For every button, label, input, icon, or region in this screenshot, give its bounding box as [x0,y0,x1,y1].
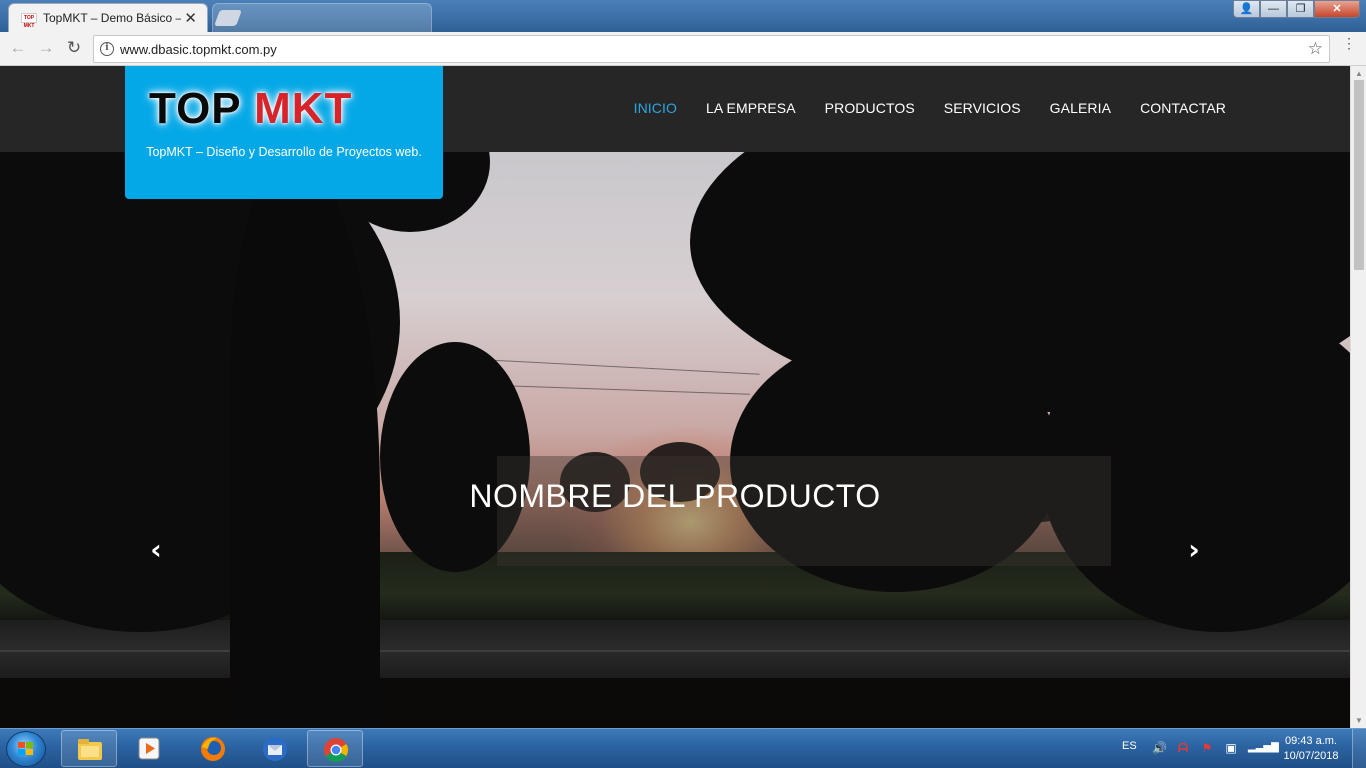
network-alert-icon[interactable]: ▣ [1224,741,1238,755]
page-scrollbar[interactable]: ▲ ▼ [1350,66,1366,728]
site-info-icon[interactable]: i [100,42,114,56]
windows-logo-icon [18,742,35,757]
show-desktop-button[interactable] [1352,729,1366,768]
taskbar-firefox[interactable] [185,730,241,767]
maximize-button[interactable]: ❐ [1287,0,1314,18]
chrome-icon [323,738,349,763]
window-controls: 👤 — ❐ ✕ [1233,0,1360,20]
chevron-right-icon[interactable]: › [1182,536,1206,564]
hero-road [0,620,1350,678]
nav-servicios[interactable]: SERVICIOS [944,100,1021,116]
start-button[interactable] [6,731,46,767]
thunderbird-icon [263,737,287,761]
main-nav: INICIO LA EMPRESA PRODUCTOS SERVICIOS GA… [605,100,1226,116]
address-url[interactable]: www.dbasic.topmkt.com.py [120,42,277,57]
media-player-icon [138,737,160,760]
scroll-up-icon[interactable]: ▲ [1355,69,1363,78]
taskbar-thunderbird[interactable] [247,730,303,767]
reload-icon[interactable]: ↻ [63,38,85,58]
back-icon[interactable]: ← [7,38,29,58]
browser-menu-icon[interactable]: ⋮ [1342,36,1356,50]
taskbar-media-player[interactable] [121,730,177,767]
scroll-down-icon[interactable]: ▼ [1355,716,1363,725]
screen: TOP MKT TopMKT – Demo Básico – ✕ 👤 — ❐ ✕… [0,0,1366,768]
firefox-icon [201,737,225,761]
taskbar-chrome[interactable] [307,730,363,767]
hero-road-line [0,650,1350,652]
hero-slider: NOMBRE DEL PRODUCTO ‹ › [0,152,1350,728]
minimize-button[interactable]: — [1260,0,1287,18]
site-logo-box[interactable]: TOP MKT TopMKT – Diseño y Desarrollo de … [125,66,443,199]
bookmark-star-icon[interactable]: ☆ [1308,39,1323,59]
user-profile-icon[interactable]: 👤 [1233,0,1260,18]
browser-toolbar: ← → ↻ i www.dbasic.topmkt.com.py ☆ ⋮ [0,32,1366,66]
volume-icon[interactable]: 🔊 [1152,741,1167,755]
chevron-left-icon[interactable]: ‹ [144,536,168,564]
clock-date: 10/07/2018 [1283,750,1339,762]
page-viewport: INICIO LA EMPRESA PRODUCTOS SERVICIOS GA… [0,66,1350,728]
action-center-flag-icon[interactable]: ⚑ [1200,741,1214,755]
nav-productos[interactable]: PRODUCTOS [825,100,915,116]
new-tab-icon [214,10,242,26]
new-tab-button[interactable] [212,3,432,32]
taskbar-clock[interactable]: 09:43 a.m. 10/07/2018 [1276,734,1346,764]
nav-la-empresa[interactable]: LA EMPRESA [706,100,796,116]
scrollbar-thumb[interactable] [1354,80,1364,270]
folder-icon [78,739,102,760]
nav-galeria[interactable]: GALERIA [1050,100,1111,116]
tab-title: TopMKT – Demo Básico – [43,11,181,25]
nav-inicio[interactable]: INICIO [634,100,677,116]
forward-icon[interactable]: → [35,38,57,58]
topmkt-favicon-icon: TOP MKT [21,13,37,29]
language-indicator[interactable]: ES [1122,740,1137,752]
tab-topmkt-demo[interactable]: TOP MKT TopMKT – Demo Básico – ✕ [8,3,208,32]
nav-contactar[interactable]: CONTACTAR [1140,100,1226,116]
windows-taskbar: ES 🔊 ᗩ ⚑ ▣ ▂▃▅▇ 09:43 a.m. 10/07/2018 [0,728,1366,768]
logo-part-mkt: MKT [254,84,353,133]
site-logo[interactable]: TOP MKT [149,84,352,134]
logo-part-top: TOP [149,84,255,133]
hero-ground [0,678,1350,728]
browser-titlebar: TOP MKT TopMKT – Demo Básico – ✕ 👤 — ❐ ✕ [0,0,1366,32]
site-tagline: TopMKT – Diseño y Desarrollo de Proyecto… [146,145,422,159]
clock-time: 09:43 a.m. [1285,735,1337,747]
close-window-button[interactable]: ✕ [1314,0,1360,18]
taskbar-file-explorer[interactable] [61,730,117,767]
antivirus-icon[interactable]: ᗩ [1176,741,1190,755]
slide-caption: NOMBRE DEL PRODUCTO [469,478,881,514]
close-tab-icon[interactable]: ✕ [184,9,197,27]
address-bar[interactable]: i www.dbasic.topmkt.com.py ☆ [93,35,1330,63]
signal-icon[interactable]: ▂▃▅▇ [1248,741,1279,755]
